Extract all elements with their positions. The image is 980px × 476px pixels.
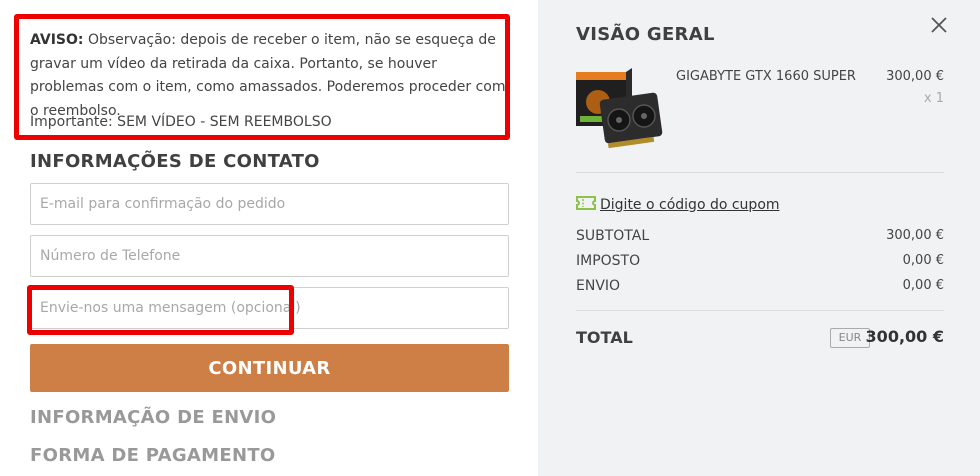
email-field[interactable] [31,184,508,224]
shipping-row: ENVIO 0,00 € [576,278,944,294]
step-shipping[interactable]: INFORMAÇÃO DE ENVIO [30,407,276,428]
shipping-label: ENVIO [576,278,621,294]
divider [576,310,944,311]
step-payment[interactable]: FORMA DE PAGAMENTO [30,445,276,466]
message-field-wrapper [30,287,509,329]
coupon-link[interactable]: Digite o código do cupom [576,195,780,214]
notice-text: AVISO: Observação: depois de receber o i… [30,29,510,123]
product-quantity: x 1 [923,91,944,106]
tax-value: 0,00 € [902,253,944,268]
total-label: TOTAL [576,328,633,347]
overview-title: VISÃO GERAL [576,24,715,45]
coupon-label: Digite o código do cupom [600,196,780,213]
checkout-form-panel: AVISO: Observação: depois de receber o i… [0,0,538,476]
product-name: GIGABYTE GTX 1660 SUPER [676,69,856,84]
tax-row: IMPOSTO 0,00 € [576,253,944,269]
shipping-value: 0,00 € [902,278,944,293]
message-field[interactable] [31,288,508,328]
tax-label: IMPOSTO [576,253,641,269]
notice-label: AVISO: [30,32,84,48]
contact-title: INFORMAÇÕES DE CONTATO [30,151,320,172]
phone-field[interactable] [31,236,508,276]
total-value: 300,00 € [865,327,944,346]
ticket-icon [576,195,596,214]
phone-field-wrapper [30,235,509,277]
notice-important: Importante: SEM VÍDEO - SEM REEMBOLSO [30,114,332,130]
product-price: 300,00 € [886,69,944,84]
graphics-card-image [574,66,664,150]
subtotal-label: SUBTOTAL [576,228,650,244]
subtotal-value: 300,00 € [886,228,944,243]
close-icon[interactable] [928,14,950,36]
subtotal-row: SUBTOTAL 300,00 € [576,228,944,244]
notice-body: Observação: depois de receber o item, nã… [30,32,506,119]
continue-button[interactable]: CONTINUAR [30,344,509,392]
divider [576,172,944,173]
currency-badge: EUR [830,328,870,348]
email-field-wrapper [30,183,509,225]
